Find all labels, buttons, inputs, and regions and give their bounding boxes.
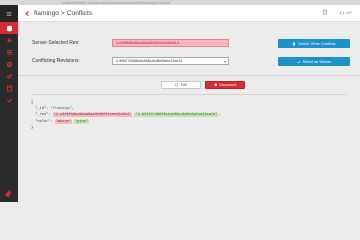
header-actions: API bbox=[322, 9, 352, 16]
server-rev-value: 2-c0f9fb5bd6b4a6da3f090f1ceed5b814 bbox=[112, 39, 229, 47]
check-icon bbox=[6, 98, 12, 103]
sidebar-item-databases[interactable] bbox=[0, 22, 18, 34]
color-removed-value: "white" bbox=[54, 119, 72, 124]
server-rev-text: 2-c0f9fb5bd6b4a6da3f090f1ceed5b814 bbox=[116, 41, 179, 45]
page-title: Conflicts bbox=[66, 9, 93, 17]
breadcrumb-separator: > bbox=[60, 9, 65, 17]
rev-removed-value: "2-c0f9fb5bd6b4a6da3f090f1ceed5b814" bbox=[52, 113, 133, 118]
delete-other-conflicts-button[interactable]: Delete Other Conflicts bbox=[278, 39, 350, 48]
rev-key: "_rev" bbox=[35, 113, 49, 118]
sidebar-item-verify[interactable] bbox=[0, 94, 18, 106]
close-brace: } bbox=[31, 125, 34, 130]
book-icon bbox=[6, 85, 12, 91]
tab-document[interactable]: Document bbox=[205, 81, 245, 89]
open-brace: { bbox=[31, 101, 34, 105]
check-icon bbox=[297, 60, 301, 63]
main-content: Server-Selected Rev: 2-c0f9fb5bd6b4a6da3… bbox=[18, 22, 360, 202]
sidebar-item-replication[interactable] bbox=[0, 70, 18, 82]
sidebar-item-config[interactable] bbox=[0, 58, 18, 70]
gear-icon bbox=[6, 61, 12, 67]
rev-added-value: "2-9f9f27406f8cbcb68c4bd5e5afcd13ea7d" bbox=[134, 113, 219, 118]
api-button[interactable]: API bbox=[339, 10, 352, 16]
id-key: "_id" bbox=[35, 107, 47, 112]
sidebar-menu-toggle[interactable] bbox=[0, 5, 18, 22]
delete-button-label: Delete Other Conflicts bbox=[298, 41, 336, 46]
couchdb-logo bbox=[3, 187, 15, 199]
conflicting-revisions-select[interactable]: 2-9f9f27406f8cbcb68c4bd5e5afcd13ea7d ▾ bbox=[112, 57, 229, 65]
color-added-value: "pink" bbox=[74, 119, 89, 124]
server-rev-label: Server-Selected Rev: bbox=[32, 40, 80, 46]
tab-diff-label: Diff bbox=[180, 83, 187, 87]
document-icon bbox=[214, 83, 217, 87]
document-json-view: { "_id": "flamingo", "_rev": "2-c0f9fb5b… bbox=[31, 101, 221, 130]
trash-icon bbox=[293, 42, 296, 46]
chevron-down-icon: ▾ bbox=[223, 59, 226, 64]
conflicting-revisions-label: Conflicting Revisions: bbox=[32, 58, 80, 64]
api-label: API bbox=[346, 10, 352, 15]
replication-icon bbox=[6, 73, 12, 79]
conflicting-revision-value: 2-9f9f27406f8cbcb68c4bd5e5afcd13ea7d bbox=[116, 59, 183, 63]
database-icon bbox=[6, 25, 12, 31]
select-winner-label: Select as Winner bbox=[302, 59, 332, 64]
divider bbox=[18, 75, 360, 76]
breadcrumb: flamingo > Conflicts bbox=[34, 10, 92, 17]
select-as-winner-button[interactable]: Select as Winner bbox=[278, 57, 350, 66]
divider-tabs bbox=[31, 94, 346, 95]
breadcrumb-database[interactable]: flamingo bbox=[34, 10, 59, 17]
url-text: localhost:5984/_utils/fauxton/#/database… bbox=[62, 0, 171, 5]
tab-document-label: Document bbox=[219, 83, 237, 87]
color-key: "color" bbox=[35, 119, 51, 124]
documentation-icon[interactable] bbox=[322, 9, 328, 16]
diff-icon bbox=[175, 83, 179, 87]
wrench-icon bbox=[6, 37, 12, 43]
sidebar bbox=[0, 5, 18, 202]
list-icon bbox=[6, 49, 12, 55]
sidebar-item-setup[interactable] bbox=[0, 34, 18, 46]
hamburger-icon bbox=[6, 11, 12, 16]
code-icon bbox=[339, 11, 345, 14]
sidebar-item-active-tasks[interactable] bbox=[0, 46, 18, 58]
id-value: "flamingo" bbox=[50, 107, 73, 112]
sidebar-item-documentation[interactable] bbox=[0, 82, 18, 94]
page-header: flamingo > Conflicts API bbox=[18, 5, 360, 22]
tab-diff[interactable]: Diff bbox=[161, 81, 201, 89]
back-icon[interactable] bbox=[24, 9, 32, 17]
